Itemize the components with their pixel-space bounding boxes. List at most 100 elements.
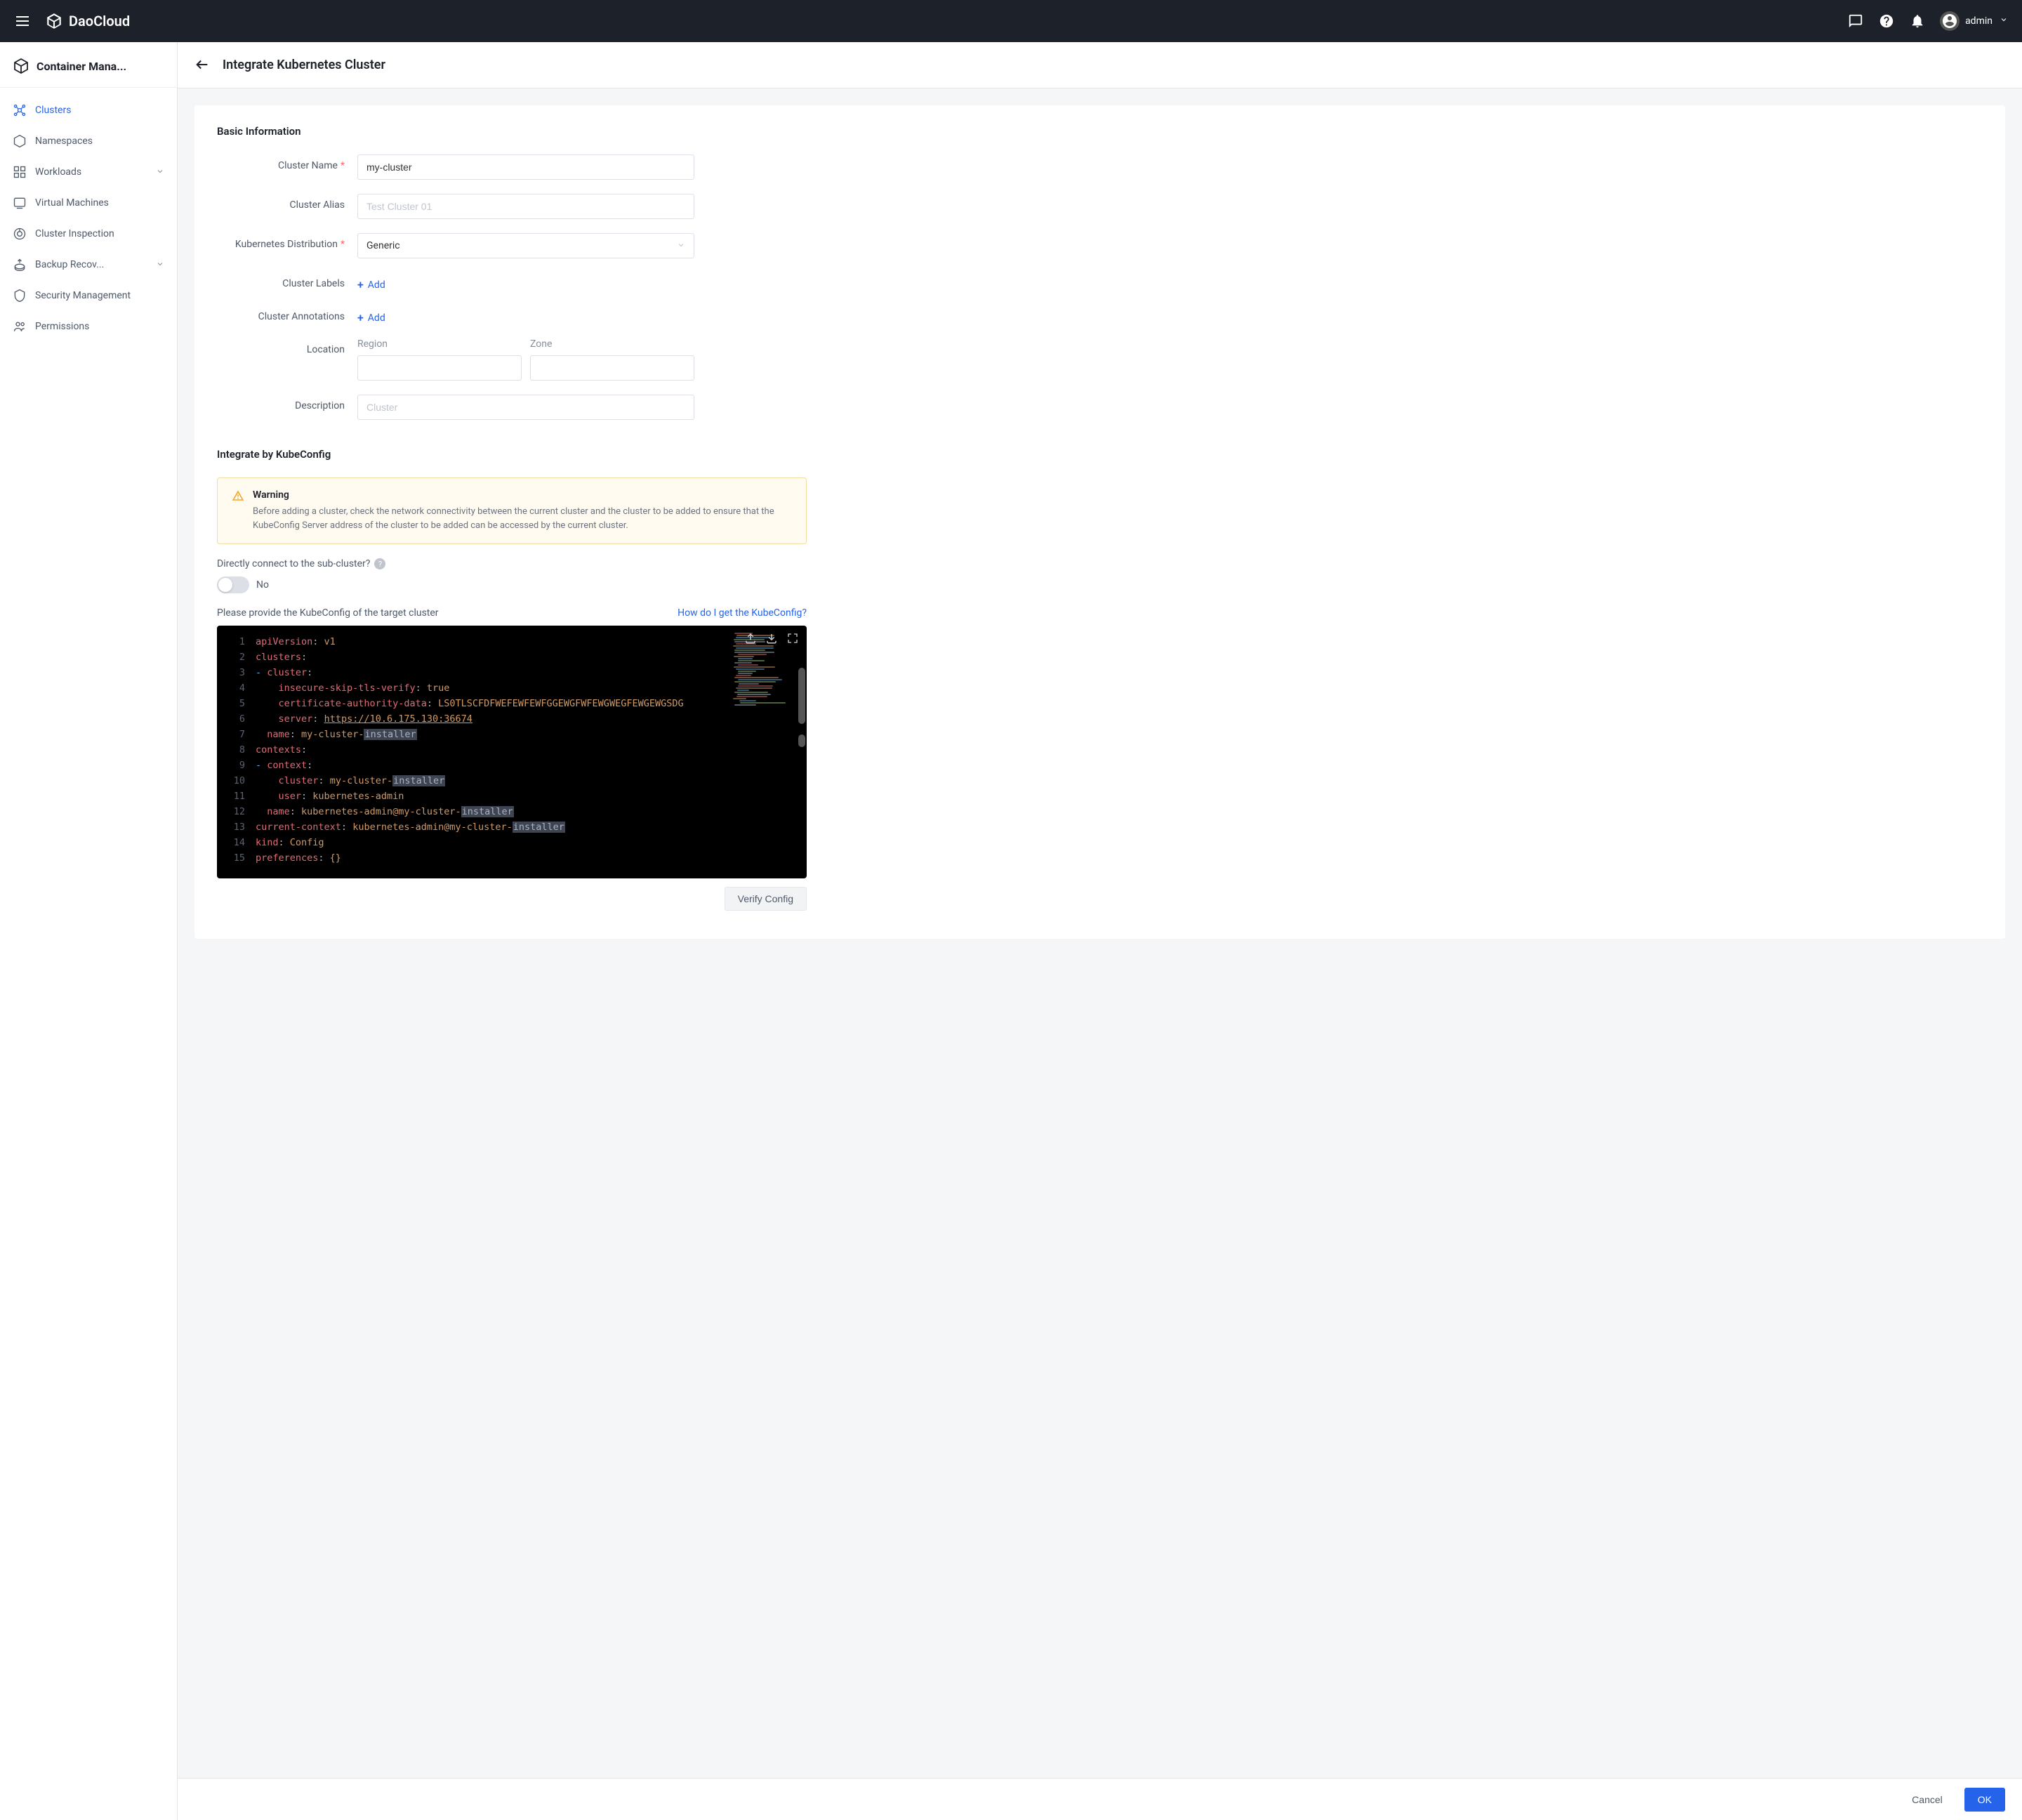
form-card: Basic Information Cluster Name* Cluster … — [194, 105, 2005, 939]
sidebar-module-header: Container Mana... — [0, 51, 177, 88]
warning-box: Warning Before adding a cluster, check t… — [217, 477, 807, 544]
section-title-kubeconfig: Integrate by KubeConfig — [217, 448, 1983, 461]
description-input[interactable] — [357, 395, 694, 420]
download-icon[interactable] — [765, 631, 779, 645]
direct-connect-label: Directly connect to the sub-cluster? — [217, 558, 370, 569]
chevron-down-icon — [156, 260, 164, 270]
distribution-label: Kubernetes Distribution* — [217, 233, 357, 250]
nav-label: Namespaces — [35, 136, 93, 147]
chevron-down-icon — [2000, 15, 2008, 27]
nav-icon — [13, 134, 27, 148]
switch-state: No — [256, 579, 269, 591]
sidebar-item-virtual-machines[interactable]: Virtual Machines — [0, 187, 177, 218]
distribution-value: Generic — [366, 240, 400, 251]
code-line: preferences: {} — [256, 850, 736, 866]
nav-icon — [13, 196, 27, 210]
sidebar: Container Mana... Clusters Namespaces Work… — [0, 42, 178, 1820]
sidebar-item-permissions[interactable]: Permissions — [0, 311, 177, 342]
section-title-basic: Basic Information — [217, 125, 1983, 138]
warning-icon — [232, 489, 244, 502]
code-line: - cluster: — [256, 665, 736, 680]
username: admin — [1965, 15, 1993, 27]
sidebar-item-clusters[interactable]: Clusters — [0, 95, 177, 126]
code-line: insecure-skip-tls-verify: true — [256, 680, 736, 696]
warning-title: Warning — [253, 489, 792, 501]
ok-button[interactable]: OK — [1964, 1788, 2005, 1812]
code-editor[interactable]: 123456789101112131415 apiVersion: v1clus… — [217, 626, 807, 878]
page-title: Integrate Kubernetes Cluster — [223, 58, 385, 72]
sidebar-item-security-management[interactable]: Security Management — [0, 280, 177, 311]
nav-icon — [13, 165, 27, 179]
chat-icon[interactable] — [1847, 13, 1864, 29]
chevron-down-icon — [156, 167, 164, 178]
back-arrow-icon[interactable] — [194, 57, 211, 74]
nav-label: Workloads — [35, 166, 81, 178]
help-tooltip-icon[interactable]: ? — [374, 558, 385, 569]
code-line: user: kubernetes-admin — [256, 789, 736, 804]
nav-icon — [13, 319, 27, 334]
nav-label: Security Management — [35, 290, 131, 301]
nav-label: Cluster Inspection — [35, 228, 114, 239]
cluster-alias-input[interactable] — [357, 194, 694, 219]
nav-icon — [13, 258, 27, 272]
sidebar-item-workloads[interactable]: Workloads — [0, 157, 177, 187]
plus-icon: + — [357, 278, 364, 291]
description-label: Description — [217, 395, 357, 411]
page-header: Integrate Kubernetes Cluster — [178, 42, 2022, 88]
add-label-button[interactable]: + Add — [357, 272, 385, 291]
kubeconfig-prompt: Please provide the KubeConfig of the tar… — [217, 607, 439, 619]
code-line: server: https://10.6.175.130:36674 — [256, 711, 736, 727]
zone-sublabel: Zone — [530, 338, 694, 350]
direct-connect-switch[interactable] — [217, 576, 249, 593]
code-line: kind: Config — [256, 835, 736, 850]
editor-scrollbar-thumb[interactable] — [798, 668, 805, 724]
nav-icon — [13, 103, 27, 117]
scroll-area[interactable]: Basic Information Cluster Name* Cluster … — [178, 88, 2022, 1778]
sidebar-item-backup-recov-[interactable]: Backup Recov... — [0, 249, 177, 280]
editor-scrollbar-thumb[interactable] — [798, 734, 805, 747]
region-input[interactable] — [357, 355, 522, 381]
plus-icon: + — [357, 311, 364, 324]
kubeconfig-help-link[interactable]: How do I get the KubeConfig? — [678, 607, 807, 619]
cluster-annotations-label: Cluster Annotations — [217, 305, 357, 322]
code-line: - context: — [256, 758, 736, 773]
code-line: apiVersion: v1 — [256, 634, 736, 649]
code-line: cluster: my-cluster-installer — [256, 773, 736, 789]
nav-label: Permissions — [35, 321, 89, 332]
menu-toggle-icon[interactable] — [14, 13, 31, 29]
brand-name: DaoCloud — [69, 13, 130, 29]
code-line: contexts: — [256, 742, 736, 758]
code-line: clusters: — [256, 649, 736, 665]
warning-text: Before adding a cluster, check the netwo… — [253, 505, 792, 532]
content: Integrate Kubernetes Cluster Basic Infor… — [178, 42, 2022, 1820]
sidebar-item-cluster-inspection[interactable]: Cluster Inspection — [0, 218, 177, 249]
cube-icon — [13, 58, 29, 74]
cluster-name-input[interactable] — [357, 154, 694, 180]
cluster-name-label: Cluster Name* — [217, 154, 357, 171]
fullscreen-icon[interactable] — [786, 631, 800, 645]
zone-input[interactable] — [530, 355, 694, 381]
sidebar-item-namespaces[interactable]: Namespaces — [0, 126, 177, 157]
nav-label: Backup Recov... — [35, 259, 104, 270]
code-line: current-context: kubernetes-admin@my-clu… — [256, 819, 736, 835]
nav-label: Clusters — [35, 105, 71, 116]
sidebar-module-title: Container Mana... — [37, 60, 126, 73]
cluster-labels-label: Cluster Labels — [217, 272, 357, 289]
brand-logo[interactable]: DaoCloud — [45, 12, 130, 30]
chevron-down-icon — [677, 241, 685, 251]
code-line: name: kubernetes-admin@my-cluster-instal… — [256, 804, 736, 819]
code-line: certificate-authority-data: LS0TLSCFDFWE… — [256, 696, 736, 711]
add-annotation-button[interactable]: + Add — [357, 305, 385, 324]
distribution-select[interactable]: Generic — [357, 233, 694, 258]
code-line: name: my-cluster-installer — [256, 727, 736, 742]
upload-icon[interactable] — [744, 631, 758, 645]
region-sublabel: Region — [357, 338, 522, 350]
avatar-icon — [1940, 11, 1960, 31]
user-menu[interactable]: admin — [1940, 11, 2008, 31]
help-icon[interactable] — [1878, 13, 1895, 29]
verify-config-button[interactable]: Verify Config — [725, 887, 807, 911]
cluster-alias-label: Cluster Alias — [217, 194, 357, 211]
location-label: Location — [217, 338, 357, 355]
cancel-button[interactable]: Cancel — [1898, 1788, 1956, 1812]
bell-icon[interactable] — [1909, 13, 1926, 29]
